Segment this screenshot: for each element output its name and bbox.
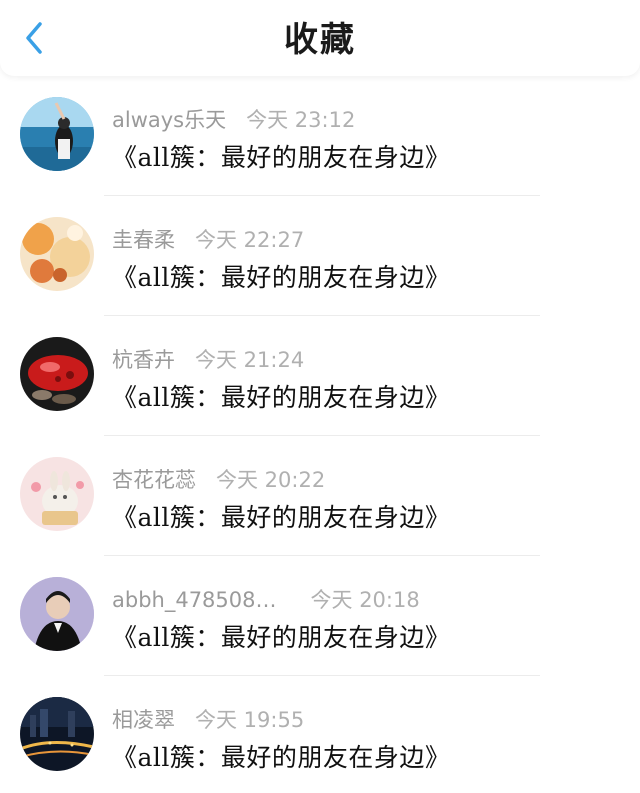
timestamp: 今天 20:18 [310,588,420,612]
timestamp: 今天 20:22 [216,468,326,492]
item-title[interactable]: 《all簇：最好的朋友在身边》 [112,378,450,414]
timestamp: 今天 22:27 [195,228,305,252]
username[interactable]: abbh_478508… [112,588,277,612]
favorite-item[interactable]: 相凌翠 今天 19:55 《all簇：最好的朋友在身边》 [0,676,640,793]
favorite-item[interactable]: abbh_478508… 今天 20:18 《all簇：最好的朋友在身边》 [0,556,640,676]
username[interactable]: 圭春柔 [112,224,175,254]
avatar[interactable] [20,457,94,531]
item-title[interactable]: 《all簇：最好的朋友在身边》 [112,138,450,174]
page-title: 收藏 [284,20,356,60]
item-title[interactable]: 《all簇：最好的朋友在身边》 [112,738,450,774]
avatar[interactable] [20,217,94,291]
username[interactable]: always乐天 [112,104,226,134]
favorite-item[interactable]: 圭春柔 今天 22:27 《all簇：最好的朋友在身边》 [0,196,640,316]
item-title[interactable]: 《all簇：最好的朋友在身边》 [112,498,450,534]
favorite-item[interactable]: 杏花花蕊 今天 20:22 《all簇：最好的朋友在身边》 [0,436,640,556]
timestamp: 今天 21:24 [195,348,305,372]
timestamp: 今天 23:12 [246,108,356,132]
avatar[interactable] [20,697,94,771]
item-title[interactable]: 《all簇：最好的朋友在身边》 [112,618,450,654]
username[interactable]: 杏花花蕊 [112,464,196,494]
favorite-item[interactable]: 杭香卉 今天 21:24 《all簇：最好的朋友在身边》 [0,316,640,436]
avatar[interactable] [20,337,94,411]
username[interactable]: 杭香卉 [112,344,175,374]
timestamp: 今天 19:55 [195,708,305,732]
top-bar: 收藏 [0,0,640,76]
username[interactable]: 相凌翠 [112,704,175,734]
avatar[interactable] [20,97,94,171]
favorite-item[interactable]: always乐天 今天 23:12 《all簇：最好的朋友在身边》 [0,76,640,196]
avatar[interactable] [20,577,94,651]
favorites-list: always乐天 今天 23:12 《all簇：最好的朋友在身边》 圭春柔 今天… [0,76,640,793]
item-title[interactable]: 《all簇：最好的朋友在身边》 [112,258,450,294]
